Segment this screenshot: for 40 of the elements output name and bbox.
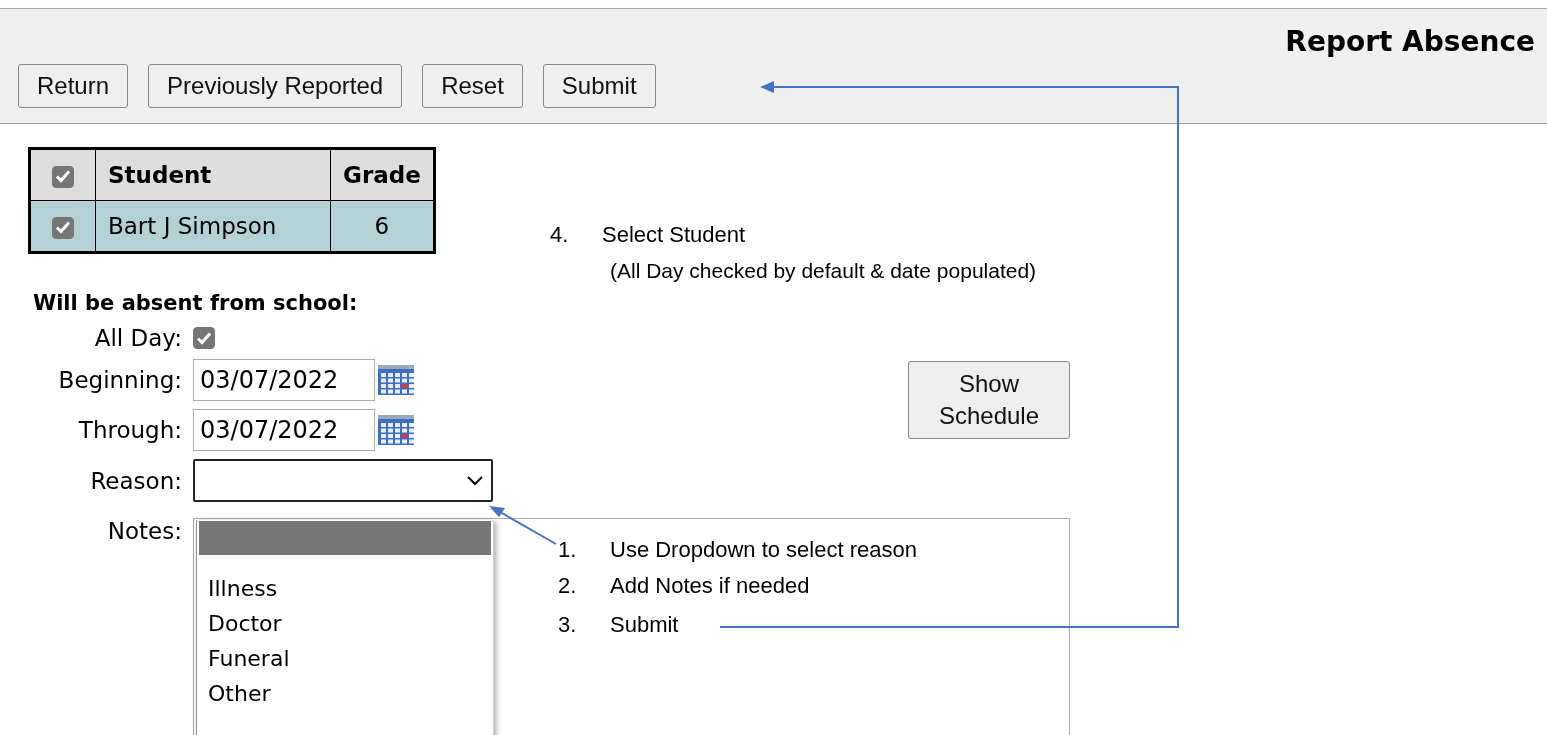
grade-cell: 6 <box>330 200 435 253</box>
connector-arrow <box>489 506 557 545</box>
checkbox[interactable] <box>52 165 74 188</box>
step-number: 4. <box>550 222 570 248</box>
show-schedule-button[interactable]: Show Schedule <box>908 361 1070 439</box>
calendar-icon[interactable] <box>377 414 415 446</box>
toolbar-button[interactable]: Previously Reported <box>148 64 403 108</box>
step-text: Add Notes if needed <box>610 573 810 599</box>
dropdown-option[interactable]: Other <box>197 676 493 711</box>
step-number: 1. <box>558 537 578 563</box>
student-row[interactable]: Bart J Simpson 6 <box>29 200 435 253</box>
step-number: 2. <box>558 573 578 599</box>
section-heading: Will be absent from school: <box>33 291 359 315</box>
date-field[interactable]: 03/07/2022 <box>193 409 375 451</box>
toolbar-button[interactable]: Return <box>18 64 129 108</box>
field-label: Through: <box>77 417 182 443</box>
field-label: Notes: <box>106 518 182 544</box>
dropdown-option[interactable]: Illness <box>197 571 493 606</box>
toolbar-button[interactable]: Reset <box>422 64 523 108</box>
reason-dropdown[interactable] <box>193 459 493 502</box>
step-number: 3. <box>558 612 578 638</box>
column-header: Student <box>95 148 331 201</box>
calendar-icon[interactable] <box>377 364 415 396</box>
step-text: Use Dropdown to select reason <box>610 537 917 563</box>
checkbox[interactable] <box>52 216 74 239</box>
checkbox[interactable] <box>193 327 215 349</box>
column-header: Grade <box>330 148 435 201</box>
field-label: All Day: <box>93 325 182 351</box>
dropdown-option[interactable]: Doctor <box>197 606 493 641</box>
dropdown-option[interactable]: Funeral <box>197 641 493 676</box>
page-title: Report Absence <box>1285 25 1535 58</box>
field-label: Beginning: <box>57 367 182 393</box>
step-note: (All Day checked by default & date populated) <box>610 259 1037 283</box>
chevron-icon <box>467 475 483 486</box>
step-text: Submit <box>610 612 679 638</box>
step-text: Select Student <box>602 222 746 248</box>
student-name: Bart J Simpson <box>95 200 331 253</box>
toolbar-button[interactable]: Submit <box>542 64 656 108</box>
field-label: Reason: <box>89 467 182 494</box>
date-field[interactable]: 03/07/2022 <box>193 359 375 401</box>
